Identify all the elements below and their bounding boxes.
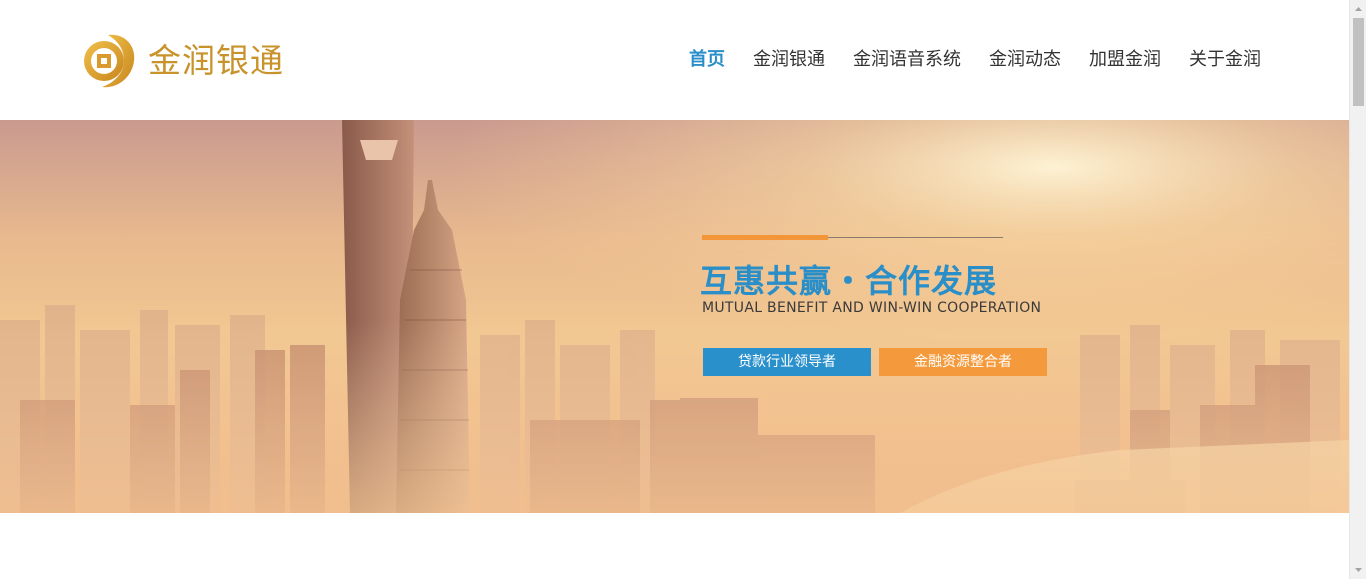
nav-item-jinrun-yintong[interactable]: 金润银通	[753, 48, 825, 72]
banner-slogan: 互惠共赢・合作发展	[700, 262, 998, 300]
nav-item-home[interactable]: 首页	[689, 48, 725, 72]
nav-item-news[interactable]: 金润动态	[989, 48, 1061, 72]
finance-integrator-button[interactable]: 金融资源整合者	[879, 348, 1047, 376]
scrollbar-thumb[interactable]	[1353, 18, 1364, 106]
nav-item-join[interactable]: 加盟金润	[1089, 48, 1161, 72]
coin-logo-icon	[80, 31, 136, 89]
city-skyline-image	[0, 120, 1349, 513]
nav-item-about[interactable]: 关于金润	[1189, 48, 1261, 72]
decor-line-orange	[702, 235, 828, 240]
logo[interactable]: 金润银通	[80, 30, 284, 90]
loan-leader-button[interactable]: 贷款行业领导者	[703, 348, 871, 376]
nav-item-voice-system[interactable]: 金润语音系统	[853, 48, 961, 72]
page: 金润银通 首页 金润银通 金润语音系统 金润动态 加盟金润 关于金润 互惠共赢・…	[0, 0, 1366, 579]
logo-text: 金润银通	[148, 40, 284, 80]
scroll-down-arrow-icon[interactable]	[1350, 562, 1366, 579]
vertical-scrollbar[interactable]	[1349, 0, 1366, 579]
banner-slogan-en: MUTUAL BENEFIT AND WIN-WIN COOPERATION	[702, 300, 1042, 316]
hero-banner: 互惠共赢・合作发展 MUTUAL BENEFIT AND WIN-WIN COO…	[0, 120, 1349, 513]
scroll-up-arrow-icon[interactable]	[1350, 0, 1366, 17]
site-header: 金润银通 首页 金润银通 金润语音系统 金润动态 加盟金润 关于金润	[0, 0, 1349, 120]
decor-line-gray	[828, 237, 1003, 238]
main-nav: 首页 金润银通 金润语音系统 金润动态 加盟金润 关于金润	[661, 48, 1261, 72]
